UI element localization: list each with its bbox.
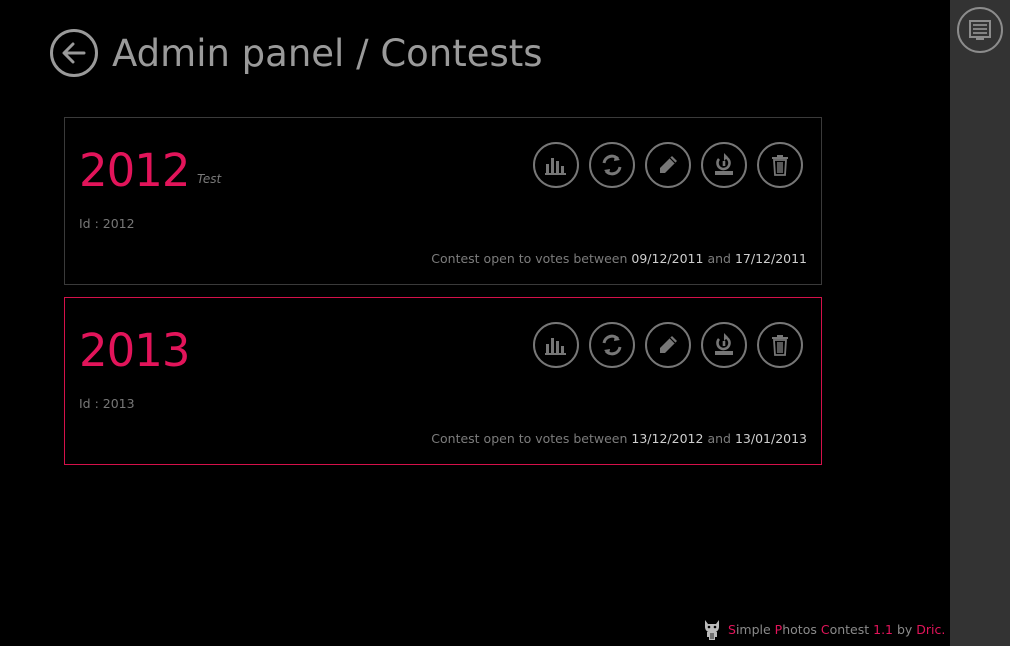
contest-id: Id : 2013 (79, 396, 135, 411)
footer-s: S (728, 621, 736, 637)
refresh-icon (602, 334, 622, 356)
results-button[interactable] (533, 322, 579, 368)
footer-by: by (893, 621, 917, 637)
dates-and: and (707, 251, 731, 266)
contest-card-2013[interactable]: 2013 Id: 2013 Contest open to votes bet… (64, 297, 822, 465)
bar-chart-icon (545, 338, 566, 355)
contest-id: Id : 2012 (79, 216, 135, 231)
trash-icon (772, 155, 788, 176)
main-area: Admin panel / Contests 2012 Test Id: 20… (0, 0, 950, 646)
contest-title: 2012 (79, 144, 191, 197)
edit-button[interactable] (645, 142, 691, 188)
footer-version: 1.1 (873, 621, 894, 637)
end-date: 13/01/2013 (734, 431, 807, 446)
page-title: Admin panel / Contests (112, 31, 543, 75)
sidebar (950, 0, 1010, 646)
pencil-icon (660, 156, 677, 173)
start-date: 09/12/2011 (631, 251, 704, 266)
contest-dates: Contest open to votes between 09/12/2011… (431, 251, 807, 266)
contest-actions (533, 142, 803, 188)
contest-description: Test (197, 172, 222, 186)
github-octocat-icon[interactable] (702, 617, 722, 641)
list-icon (969, 20, 991, 40)
pencil-icon (660, 336, 677, 353)
contest-actions (533, 322, 803, 368)
results-button[interactable] (533, 142, 579, 188)
app-footer: Simple Photos Contest 1.1 by Dric. (702, 616, 945, 642)
reset-results-icon (715, 153, 733, 175)
footer-p: P (774, 621, 783, 637)
refresh-button[interactable] (589, 322, 635, 368)
refresh-button[interactable] (589, 142, 635, 188)
footer-c: C (820, 621, 830, 637)
dates-and: and (707, 431, 731, 446)
delete-button[interactable] (757, 142, 803, 188)
arrow-left-icon (62, 42, 86, 64)
page-header: Admin panel / Contests (50, 26, 543, 80)
dates-prefix: Contest open to votes between (431, 431, 628, 446)
end-date: 17/12/2011 (734, 251, 807, 266)
reset-results-icon (715, 333, 733, 355)
bar-chart-icon (545, 158, 566, 175)
menu-button[interactable] (957, 7, 1003, 53)
contest-dates: Contest open to votes between 13/12/2012… (431, 431, 807, 446)
contest-card-2012[interactable]: 2012 Test Id: 2012 Contest open to vote… (64, 117, 822, 285)
footer-author-link[interactable]: Dric. (916, 622, 945, 637)
footer-ontest: ontest (829, 621, 874, 637)
reset-results-button[interactable] (701, 142, 747, 188)
dates-prefix: Contest open to votes between (431, 251, 628, 266)
edit-button[interactable] (645, 322, 691, 368)
contest-title: 2013 (79, 324, 191, 377)
trash-icon (772, 335, 788, 356)
delete-button[interactable] (757, 322, 803, 368)
footer-imple: imple (735, 621, 775, 637)
refresh-icon (602, 154, 622, 176)
reset-results-button[interactable] (701, 322, 747, 368)
back-button[interactable] (50, 29, 98, 77)
footer-hotos: hotos (782, 621, 821, 637)
start-date: 13/12/2012 (631, 431, 704, 446)
